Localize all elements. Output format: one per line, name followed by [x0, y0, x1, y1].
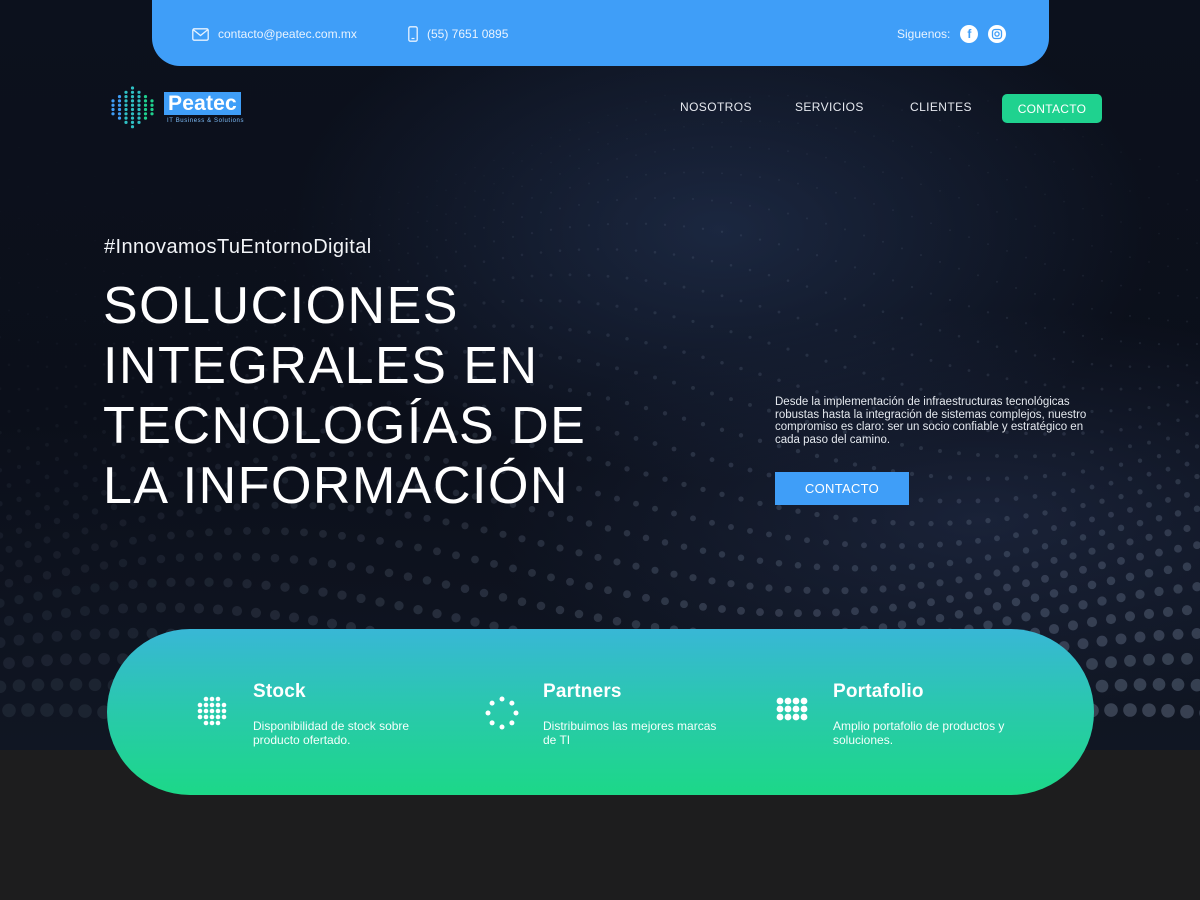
top-contact-bar: contacto@peatec.com.mx (55) 7651 0895 Si…: [152, 0, 1049, 66]
nav-clientes[interactable]: CLIENTES: [910, 100, 972, 114]
logo-wordmark: Peatec: [164, 92, 241, 115]
social-links: Siguenos: f: [897, 24, 1007, 44]
logo-tagline: IT Business & Solutions: [167, 118, 245, 124]
dot-grid-icon: [197, 696, 227, 726]
phone-text: (55) 7651 0895: [427, 27, 509, 41]
dot-circle-icon: [485, 696, 519, 730]
feature-text: Disponibilidad de stock sobre producto o…: [253, 719, 410, 747]
headline-line-4: LA INFORMACIÓN: [103, 457, 569, 515]
feature-partners: Partners Distribuimos las mejores marcas…: [483, 677, 743, 757]
social-label: Siguenos:: [897, 27, 951, 41]
feature-title: Portafolio: [833, 681, 924, 702]
feature-portafolio: Portafolio Amplio portafolio de producto…: [773, 677, 1033, 757]
features-panel: Stock Disponibilidad de stock sobre prod…: [107, 629, 1094, 795]
dot-square-icon: [776, 697, 808, 721]
feature-text: Amplio portafolio de productos y solucio…: [833, 719, 1005, 747]
logo-mark-icon: [111, 86, 154, 129]
feature-text: Distribuimos las mejores marcas de TI: [543, 719, 717, 747]
facebook-icon[interactable]: f: [960, 25, 979, 43]
hero-description: Desde la implementación de infraestructu…: [775, 396, 1087, 446]
peatec-logo[interactable]: Peatec IT Business & Solutions: [108, 84, 258, 134]
hero-headline: SOLUCIONES INTEGRALES EN TECNOLOGÍAS DE …: [103, 276, 663, 516]
headline-line-1: SOLUCIONES: [103, 277, 459, 335]
nav-contact-button[interactable]: CONTACTO: [1002, 94, 1102, 123]
phone-link[interactable]: (55) 7651 0895: [408, 24, 508, 44]
email-text: contacto@peatec.com.mx: [218, 27, 357, 41]
hero-contact-button[interactable]: CONTACTO: [775, 472, 909, 505]
envelope-icon: [192, 27, 209, 41]
feature-stock: Stock Disponibilidad de stock sobre prod…: [193, 677, 453, 757]
hero-hashtag: #InnovamosTuEntornoDigital: [104, 236, 372, 258]
mobile-phone-icon: [408, 26, 418, 42]
headline-line-3: TECNOLOGÍAS DE: [103, 397, 587, 455]
instagram-icon[interactable]: [988, 25, 1007, 43]
email-link[interactable]: contacto@peatec.com.mx: [192, 24, 357, 44]
nav-servicios[interactable]: SERVICIOS: [795, 100, 864, 114]
nav-nosotros[interactable]: NOSOTROS: [680, 100, 752, 114]
headline-line-2: INTEGRALES EN: [103, 337, 539, 395]
feature-title: Stock: [253, 681, 306, 702]
feature-title: Partners: [543, 681, 622, 702]
